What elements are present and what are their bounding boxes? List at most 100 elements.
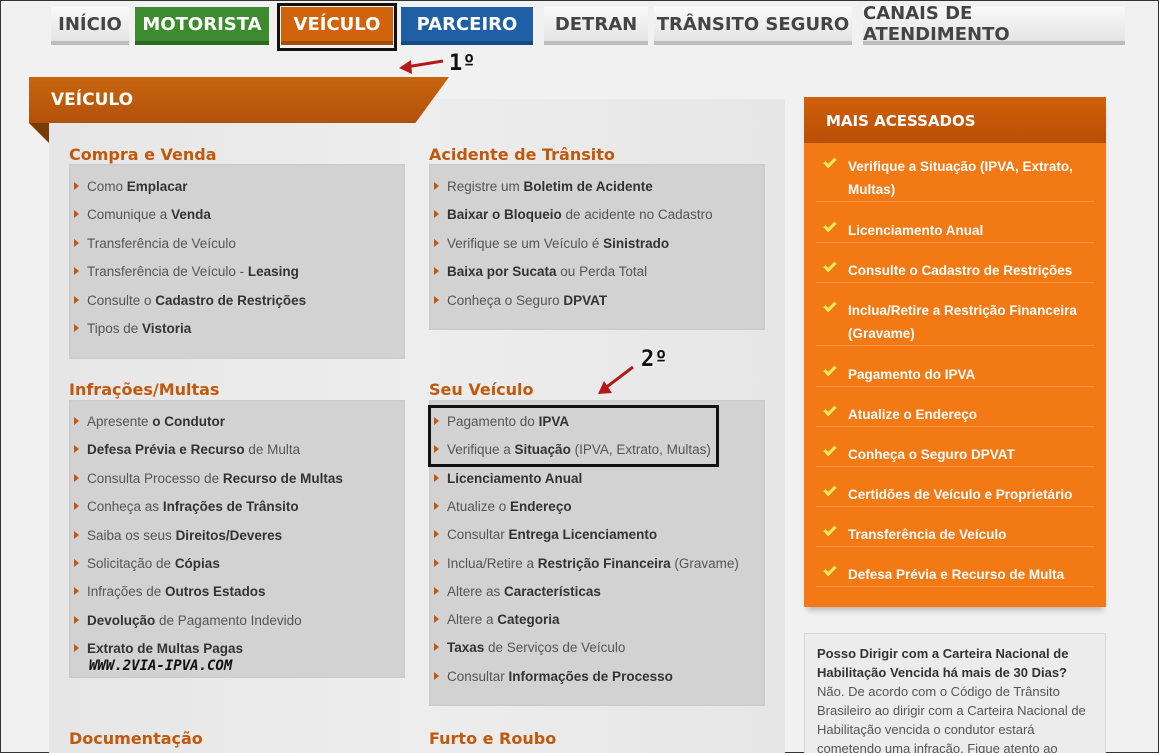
arrow-bullet-icon — [74, 615, 79, 624]
link-item[interactable]: Registre um Boletim de Acidente — [434, 179, 653, 194]
link-item-text: Tipos de — [87, 321, 143, 336]
link-item-bold: Boletim de Acidente — [523, 179, 653, 194]
nav-tab-transito-seguro[interactable]: TRÂNSITO SEGURO — [654, 7, 852, 45]
sidebar-item[interactable]: Verifique a Situação (IPVA, Extrato, Mul… — [816, 154, 1094, 202]
sidebar-item[interactable]: Licenciamento Anual — [816, 218, 1094, 243]
link-item-text: de acidente no Cadastro — [561, 207, 713, 223]
link-item[interactable]: Baixa por Sucata ou Perda Total — [434, 264, 647, 279]
panel-title: VEÍCULO — [51, 90, 134, 110]
arrow-bullet-icon — [434, 586, 439, 595]
sidebar-item[interactable]: Inclua/Retire a Restrição Financeira (Gr… — [816, 298, 1094, 346]
arrow-bullet-icon — [74, 417, 79, 425]
nav-tab-detran[interactable]: DETRAN — [544, 7, 648, 45]
link-item[interactable]: Comunique a Venda — [74, 207, 211, 222]
link-item-bold: Taxas — [447, 640, 485, 656]
arrow-bullet-icon — [74, 324, 79, 332]
link-item-text: Conheça as — [87, 499, 163, 515]
link-item[interactable]: Infrações de Outros Estados — [74, 584, 266, 599]
link-item[interactable]: Taxas de Serviços de Veículo — [434, 640, 625, 655]
sidebar-item[interactable]: Certidões de Veículo e Proprietário — [816, 482, 1094, 507]
link-item[interactable]: Conheça o Seguro DPVAT — [434, 293, 607, 308]
link-item-bold: Vistoria — [142, 321, 192, 336]
link-item-text: Comunique a — [87, 207, 172, 223]
arrow-bullet-icon — [74, 502, 79, 511]
link-item-bold: Emplacar — [126, 179, 188, 194]
faq-question: Posso Dirigir com a Carteira Nacional de… — [817, 646, 1069, 680]
sidebar-item[interactable]: Consulte o Cadastro de Restrições — [816, 258, 1094, 283]
mais-acessados-sidebar: MAIS ACESSADOS Verifique a Situação (IPV… — [804, 97, 1106, 607]
nav-tab-inicio[interactable]: INÍCIO — [51, 7, 129, 45]
section-title-documentacao: Documentação — [69, 729, 203, 748]
link-item-text: Atualize o — [447, 498, 511, 514]
link-item[interactable]: Altere as Características — [434, 584, 601, 599]
link-item[interactable]: Transferência de Veículo - Leasing — [74, 264, 299, 279]
link-item[interactable]: Altere a Categoria — [434, 612, 560, 627]
link-item-text: de Pagamento Indevido — [155, 612, 302, 628]
link-item-bold: Endereço — [510, 498, 572, 514]
link-item-text: Transferência de Veículo - — [87, 264, 248, 280]
link-item-bold: Baixar o Bloqueio — [447, 207, 562, 223]
arrow-bullet-icon — [74, 473, 79, 482]
sidebar-item-label: Defesa Prévia e Recurso de Multa — [848, 567, 1065, 582]
nav-tab-canais-atendimento[interactable]: CANAIS DE ATENDIMENTO — [863, 3, 1125, 45]
link-item-bold: Baixa por Sucata — [447, 264, 557, 280]
link-item[interactable]: Extrato de Multas Pagas — [74, 641, 243, 656]
arrow-bullet-icon — [434, 643, 439, 652]
sidebar-item[interactable]: Atualize o Endereço — [816, 402, 1094, 427]
arrow-bullet-icon — [434, 210, 439, 219]
link-item[interactable]: Consultar Informações de Processo — [434, 669, 673, 684]
link-item[interactable]: Verifique se um Veículo é Sinistrado — [434, 236, 669, 251]
section-title-compra-venda: Compra e Venda — [69, 145, 217, 164]
link-item-text: Consultar — [447, 668, 509, 684]
section-title-seu-veiculo: Seu Veículo — [429, 380, 534, 399]
link-item-text: Saiba os seus — [87, 527, 176, 543]
link-item-bold: Outros Estados — [165, 584, 266, 600]
link-item[interactable]: Conheça as Infrações de Trânsito — [74, 499, 299, 514]
link-item[interactable]: Apresente o Condutor — [74, 414, 225, 429]
sidebar-item-label: Certidões de Veículo e Proprietário — [848, 487, 1073, 502]
link-item[interactable]: Devolução de Pagamento Indevido — [74, 613, 302, 628]
arrow-bullet-icon — [74, 587, 79, 596]
sidebar-item[interactable]: Pagamento do IPVA — [816, 362, 1094, 387]
link-item-text: Verifique se um Veículo é — [447, 235, 604, 251]
link-item-text: de Serviços de Veículo — [484, 640, 626, 656]
sidebar-item[interactable]: Transferência de Veículo — [816, 522, 1094, 547]
arrow-bullet-icon — [434, 473, 439, 482]
arrow-bullet-icon — [74, 210, 79, 219]
link-item[interactable]: Atualize o Endereço — [434, 499, 572, 514]
link-item-bold: Cópias — [174, 556, 220, 571]
sidebar-item[interactable]: Defesa Prévia e Recurso de Multa — [816, 562, 1094, 587]
arrow-bullet-icon — [434, 530, 439, 539]
link-item[interactable]: Consultar Entrega Licenciamento — [434, 527, 657, 542]
link-item[interactable]: Consulte o Cadastro de Restrições — [74, 293, 306, 308]
nav-tab-motorista[interactable]: MOTORISTA — [135, 7, 269, 45]
link-item[interactable]: Saiba os seus Direitos/Deveres — [74, 528, 282, 543]
link-item[interactable]: Baixar o Bloqueio de acidente no Cadastr… — [434, 207, 713, 222]
link-item-text: Transferência de Veículo — [87, 235, 236, 251]
link-item[interactable]: Transferência de Veículo — [74, 236, 236, 251]
link-item-text: Altere a — [447, 612, 498, 628]
link-item-text: Apresente — [87, 414, 153, 429]
nav-tab-parceiro[interactable]: PARCEIRO — [401, 7, 533, 45]
link-item-bold: Venda — [171, 207, 211, 223]
arrow-bullet-icon — [434, 267, 439, 276]
link-item[interactable]: Solicitação de Cópias — [74, 556, 220, 571]
link-item[interactable]: Consulta Processo de Recurso de Multas — [74, 471, 343, 486]
link-item-bold: Devolução — [87, 612, 156, 628]
arrow-bullet-icon — [74, 445, 79, 454]
link-item-text: Como — [87, 179, 127, 194]
link-item-text: Solicitação de — [87, 556, 175, 571]
link-item[interactable]: Inclua/Retire a Restrição Financeira (Gr… — [434, 556, 739, 571]
link-item-bold: Infrações de Trânsito — [162, 499, 299, 515]
link-item[interactable]: Licenciamento Anual — [434, 471, 582, 486]
highlight-box-seu-veiculo — [428, 405, 719, 467]
link-item[interactable]: Defesa Prévia e Recurso de Multa — [74, 442, 300, 457]
link-item[interactable]: Como Emplacar — [74, 179, 188, 194]
link-item-bold: Informações de Processo — [508, 668, 673, 684]
sidebar-item-label: Conheça o Seguro DPVAT — [848, 447, 1015, 462]
faq-box: Posso Dirigir com a Carteira Nacional de… — [804, 633, 1106, 753]
link-item[interactable]: Tipos de Vistoria — [74, 321, 191, 336]
sidebar-item[interactable]: Conheça o Seguro DPVAT — [816, 442, 1094, 467]
link-item-text: Altere as — [447, 583, 505, 599]
check-icon — [823, 562, 837, 577]
